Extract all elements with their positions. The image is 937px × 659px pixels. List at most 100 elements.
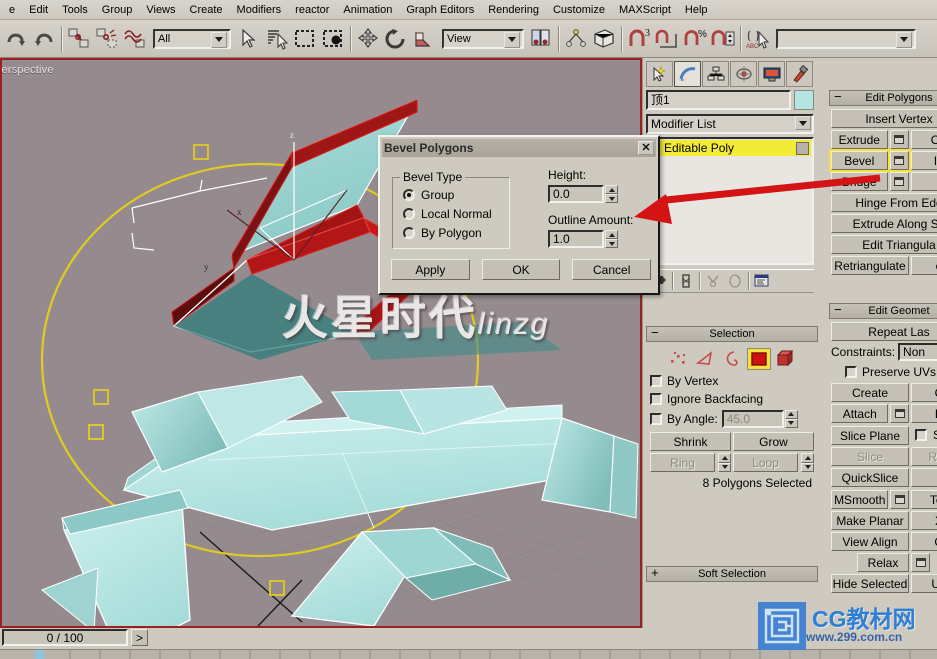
relax-button[interactable]: Relax — [857, 553, 909, 572]
hinge-from-edge-button[interactable]: Hinge From Edg — [831, 193, 937, 212]
select-and-rotate-icon[interactable] — [382, 24, 410, 54]
selection-rollout-header[interactable]: − Selection — [646, 326, 818, 342]
by-angle-value[interactable]: 45.0 — [721, 409, 784, 428]
spinner-down-icon[interactable] — [801, 462, 814, 472]
extrude-settings-icon[interactable] — [889, 130, 909, 149]
retriangulate-button[interactable]: Retriangulate — [831, 256, 909, 275]
menu-item-help[interactable]: Help — [678, 2, 715, 18]
relax-settings-icon[interactable] — [911, 553, 930, 572]
create-tab[interactable] — [646, 61, 673, 87]
attach-settings-icon[interactable] — [890, 404, 910, 423]
viewport-label[interactable]: Perspective — [2, 64, 54, 76]
utilities-tab[interactable] — [786, 61, 813, 87]
spinner-up-icon[interactable] — [605, 185, 618, 194]
ignore-backfacing-row[interactable]: Ignore Backfacing — [650, 390, 814, 408]
hierarchy-tab[interactable] — [702, 61, 729, 87]
menu-item-views[interactable]: Views — [139, 2, 182, 18]
loop-spin-buttons[interactable] — [801, 453, 814, 472]
extrude-button[interactable]: Extrude — [831, 130, 888, 149]
msmooth-settings-icon[interactable] — [890, 490, 910, 509]
chevron-down-icon[interactable] — [795, 116, 811, 130]
spinner-down-icon[interactable] — [784, 418, 798, 428]
spinner-up-icon[interactable] — [801, 453, 814, 463]
cut-button[interactable] — [911, 468, 937, 487]
outline-button[interactable]: Ou — [910, 130, 937, 149]
named-selection-sets-icon[interactable]: { } ABC — [744, 24, 772, 54]
chevron-down-icon[interactable] — [211, 31, 227, 48]
menu-item-rendering[interactable]: Rendering — [481, 2, 546, 18]
by-angle-row[interactable]: By Angle: 45.0 — [650, 408, 814, 429]
spinner-down-icon[interactable] — [718, 462, 731, 472]
timeline-track[interactable] — [0, 649, 937, 659]
bridge-button[interactable]: Bridge — [831, 172, 888, 191]
by-angle-checkbox[interactable] — [650, 412, 662, 425]
window-crossing-icon[interactable] — [319, 24, 347, 54]
angle-snap-icon[interactable] — [653, 24, 681, 54]
menu-item-graph-editors[interactable]: Graph Editors — [399, 2, 481, 18]
edit-polygons-rollout-header[interactable]: − Edit Polygons — [829, 90, 937, 106]
current-frame-field[interactable]: 0 / 100 — [2, 629, 128, 646]
bevel-settings-icon[interactable] — [887, 149, 911, 172]
make-planar-x-button[interactable]: X — [911, 511, 937, 530]
by-angle-spinner[interactable]: 45.0 — [721, 409, 798, 428]
modifier-stack[interactable]: Editable Poly — [646, 137, 814, 265]
view-align-button[interactable]: View Align — [831, 532, 909, 551]
ring-spin-buttons[interactable] — [718, 453, 731, 472]
grow-button[interactable]: Grow — [733, 432, 814, 451]
modifier-toggle-box[interactable] — [796, 141, 809, 155]
preserve-uvs-row[interactable]: Preserve UVs — [831, 363, 937, 381]
preserve-uvs-checkbox[interactable] — [845, 366, 857, 378]
chevron-down-icon[interactable] — [504, 31, 520, 48]
menu-item-edit[interactable]: Edit — [22, 2, 55, 18]
height-spinner[interactable]: 0.0 — [548, 185, 618, 203]
bind-to-space-warp-icon[interactable] — [121, 24, 149, 54]
inset-button[interactable]: In — [910, 151, 937, 170]
reset-plane-button[interactable]: Res — [911, 447, 937, 466]
display-tab[interactable] — [758, 61, 785, 87]
reference-coordinate-combo[interactable]: View — [442, 28, 524, 49]
menu-item-file[interactable]: e — [2, 2, 22, 18]
configure-modifier-sets-icon[interactable] — [751, 271, 773, 291]
outline-amount-spinner[interactable]: 1.0 — [548, 230, 618, 248]
named-selection-set-combo[interactable] — [776, 28, 916, 49]
hide-selected-button[interactable]: Hide Selected — [831, 574, 909, 593]
constraints-combo[interactable]: Non — [898, 343, 937, 361]
create-button[interactable]: Create — [831, 383, 909, 402]
edit-triangulation-button[interactable]: Edit Triangula — [831, 235, 937, 254]
msmooth-button[interactable]: MSmooth — [831, 490, 889, 509]
outline-spin-buttons[interactable] — [605, 230, 618, 248]
modify-tab[interactable] — [674, 61, 701, 87]
menu-item-group[interactable]: Group — [95, 2, 140, 18]
spinner-down-icon[interactable] — [605, 194, 618, 203]
spinner-down-icon[interactable] — [605, 239, 618, 248]
remove-modifier-icon[interactable] — [724, 271, 746, 291]
modifier-stack-item-editable-poly[interactable]: Editable Poly — [649, 140, 811, 156]
bevel-type-local-normal-option[interactable]: Local Normal — [403, 204, 509, 223]
spinner-up-icon[interactable] — [718, 453, 731, 463]
by-vertex-row[interactable]: By Vertex — [650, 372, 814, 390]
menu-item-tools[interactable]: Tools — [55, 2, 95, 18]
menu-item-create[interactable]: Create — [183, 2, 230, 18]
spinner-up-icon[interactable] — [605, 230, 618, 239]
bevel-type-by-polygon-option[interactable]: By Polygon — [403, 223, 509, 242]
select-object-icon[interactable] — [235, 24, 263, 54]
height-spin-buttons[interactable] — [605, 185, 618, 203]
ring-button[interactable]: Ring — [650, 453, 715, 472]
menu-item-modifiers[interactable]: Modifiers — [230, 2, 289, 18]
object-color-swatch[interactable] — [794, 90, 814, 110]
slice-plane-button[interactable]: Slice Plane — [831, 426, 909, 445]
edit-geometry-rollout-header[interactable]: − Edit Geomet — [829, 303, 937, 319]
bevel-button[interactable]: Bevel — [829, 149, 890, 172]
object-name-field[interactable]: 顶1 — [646, 90, 791, 110]
select-and-link-icon[interactable] — [65, 24, 93, 54]
motion-tab[interactable] — [730, 61, 757, 87]
selection-filter-combo[interactable]: All — [153, 28, 231, 49]
flip-button[interactable] — [910, 172, 937, 191]
by-angle-spin-buttons[interactable] — [784, 409, 798, 428]
polygon-icon[interactable] — [747, 348, 771, 370]
radio-group[interactable] — [403, 188, 415, 201]
height-value[interactable]: 0.0 — [548, 185, 604, 203]
show-end-result-icon[interactable] — [675, 271, 697, 291]
vertex-icon[interactable] — [666, 348, 690, 370]
grid-align-button[interactable]: G — [911, 532, 937, 551]
